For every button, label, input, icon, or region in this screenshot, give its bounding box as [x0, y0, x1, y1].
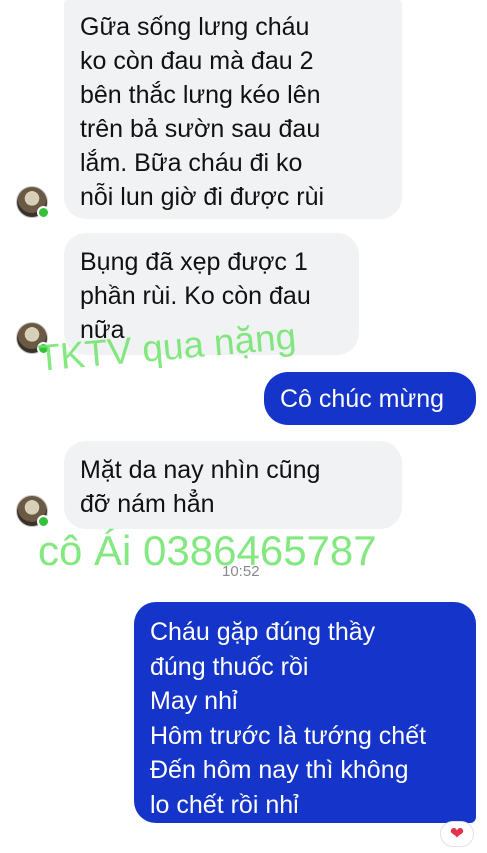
message-line: phần rùi. Ko còn đau: [80, 282, 311, 310]
outgoing-message-1[interactable]: Cô chúc mừng: [264, 372, 476, 425]
message-line: lo chết rồi nhỉ: [150, 790, 299, 819]
sender-avatar[interactable]: [16, 495, 50, 528]
timestamp: 10:52: [222, 563, 260, 580]
incoming-message-3[interactable]: Mặt da nay nhìn cũng đỡ nám hẳn: [64, 441, 402, 529]
message-line: đỡ nám hẳn: [80, 490, 215, 518]
heart-reaction-badge[interactable]: ❤: [440, 821, 474, 847]
message-line: Bụng đã xẹp được 1: [80, 248, 308, 276]
message-line: Gữa sống lưng cháu: [80, 13, 310, 41]
message-line: Đến hôm nay thì không: [150, 756, 409, 784]
message-line: Hôm trước là tướng chết: [150, 721, 427, 750]
message-line: trên bả sườn sau đau: [80, 115, 321, 143]
incoming-message-1[interactable]: Gữa sống lưng cháu ko còn đau mà đau 2 b…: [64, 0, 402, 219]
message-line: May nhỉ: [150, 687, 238, 715]
message-line: bên thắc lưng kéo lên: [80, 81, 321, 109]
outgoing-message-2[interactable]: Cháu gặp đúng thầy đúng thuốc rồi May nh…: [134, 602, 476, 823]
watermark-text: cô Ái 0386465787: [38, 527, 377, 574]
message-line: Cô chúc mừng: [280, 385, 445, 413]
message-line: lắm. Bữa cháu đi ko: [80, 149, 303, 177]
message-line: ko còn đau mà đau 2: [80, 47, 314, 75]
message-line: Mặt da nay nhìn cũng: [80, 456, 321, 484]
heart-icon: ❤: [449, 824, 465, 843]
message-line: nỗi lun giờ đi được rùi: [80, 183, 325, 211]
message-line: Cháu gặp đúng thầy: [150, 618, 376, 646]
online-status-icon: [37, 206, 50, 219]
message-line: đúng thuốc rồi: [150, 652, 309, 681]
sender-avatar[interactable]: [16, 186, 50, 219]
